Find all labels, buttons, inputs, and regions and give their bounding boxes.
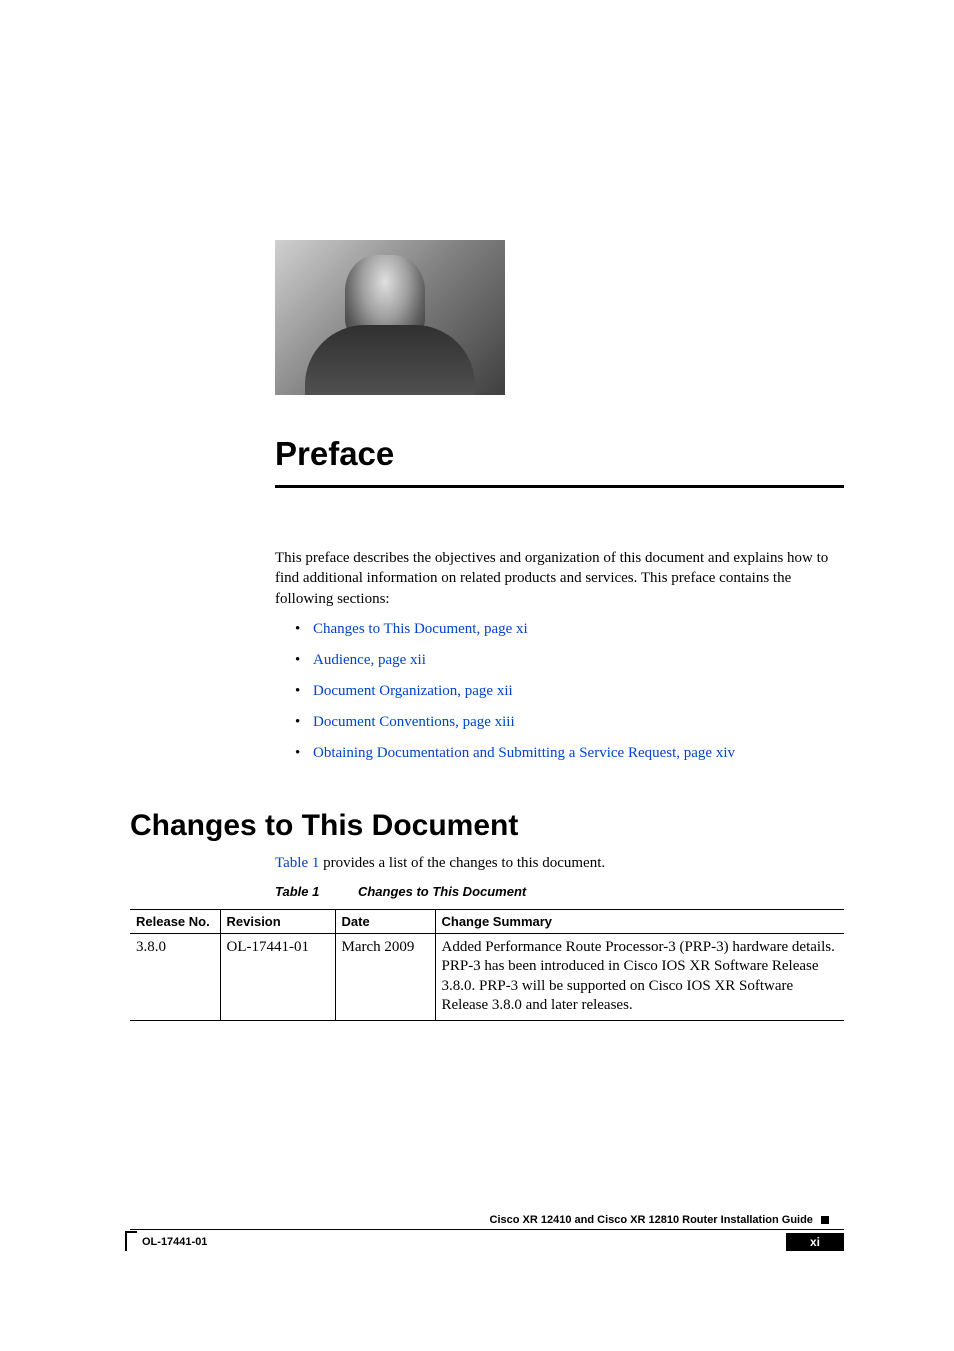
table-caption-label: Table 1 <box>275 884 319 899</box>
table-row: 3.8.0 OL-17441-01 March 2009 Added Perfo… <box>130 933 844 1020</box>
link-docs-service[interactable]: Obtaining Documentation and Submitting a… <box>313 745 735 761</box>
th-summary: Change Summary <box>435 909 844 933</box>
section-body-suffix: provides a list of the changes to this d… <box>319 855 605 871</box>
table-header-row: Release No. Revision Date Change Summary <box>130 909 844 933</box>
footer-rule <box>130 1229 844 1231</box>
table-caption: Table 1 Changes to This Document <box>275 884 844 899</box>
td-summary: Added Performance Route Processor-3 (PRP… <box>435 933 844 1020</box>
title-rule <box>275 485 844 488</box>
preface-photo <box>275 240 505 395</box>
changes-table: Release No. Revision Date Change Summary… <box>130 909 844 1021</box>
td-date: March 2009 <box>335 933 435 1020</box>
link-audience[interactable]: Audience, page xii <box>313 652 426 668</box>
link-conventions[interactable]: Document Conventions, page xiii <box>313 714 515 730</box>
footer-doc-number: OL-17441-01 <box>130 1236 207 1248</box>
th-revision: Revision <box>220 909 335 933</box>
td-release: 3.8.0 <box>130 933 220 1020</box>
link-changes[interactable]: Changes to This Document, page xi <box>313 621 528 637</box>
section-heading-changes: Changes to This Document <box>130 809 844 843</box>
page-footer: Cisco XR 12410 and Cisco XR 12810 Router… <box>130 1214 844 1252</box>
link-organization[interactable]: Document Organization, page xii <box>313 683 513 699</box>
th-date: Date <box>335 909 435 933</box>
td-revision: OL-17441-01 <box>220 933 335 1020</box>
footer-bottom: OL-17441-01 xi <box>130 1233 844 1251</box>
footer-doc-title-text: Cisco XR 12410 and Cisco XR 12810 Router… <box>490 1214 813 1226</box>
link-table-1[interactable]: Table 1 <box>275 855 319 871</box>
preface-intro: This preface describes the objectives an… <box>275 548 844 609</box>
section-body: Table 1 provides a list of the changes t… <box>275 855 844 872</box>
footer-doc-title: Cisco XR 12410 and Cisco XR 12810 Router… <box>130 1214 844 1226</box>
preface-link-list: Changes to This Document, page xi Audien… <box>295 619 844 764</box>
table-caption-title: Changes to This Document <box>358 884 526 899</box>
footer-marker-icon <box>821 1216 829 1224</box>
footer-page-number: xi <box>786 1233 844 1251</box>
chapter-title: Preface <box>275 435 844 473</box>
th-release: Release No. <box>130 909 220 933</box>
